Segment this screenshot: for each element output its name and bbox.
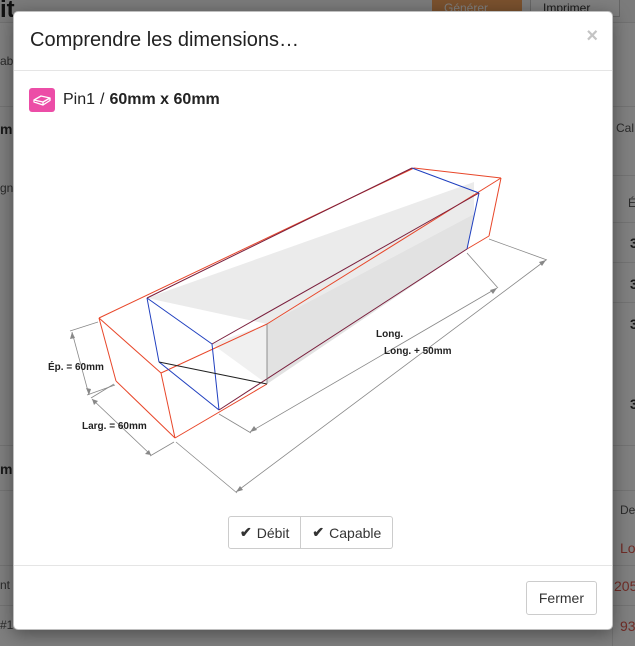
inner-face <box>212 324 267 384</box>
dimensions-modal: Comprendre les dimensions… × Pin1 / 60mm… <box>13 11 613 630</box>
modal-title: Comprendre les dimensions… <box>30 29 300 51</box>
part-separator: / <box>100 91 105 108</box>
part-name: Pin1 <box>63 91 96 108</box>
debit-label: Débit <box>256 524 290 541</box>
checkmark-icon: ✔ <box>240 524 252 540</box>
modal-footer: Fermer <box>14 565 612 629</box>
close-icon[interactable]: × <box>586 26 598 46</box>
debit-toggle-button[interactable]: ✔ Débit <box>228 516 302 549</box>
checkmark-icon: ✔ <box>312 524 325 540</box>
view-toggle-group: ✔ Débit ✔ Capable <box>228 516 394 549</box>
length-label: Long. <box>376 329 403 340</box>
modal-header: Comprendre les dimensions… × <box>14 12 612 71</box>
part-dimensions: 60mm x 60mm <box>109 91 220 108</box>
capable-label: Capable <box>329 524 382 541</box>
dimensions-diagram: Ép. = 60mm Larg. = 60mm Long. Long. + 50… <box>48 167 548 494</box>
part-summary: Pin1 / 60mm x 60mm <box>29 88 220 112</box>
length-plus-label: Long. + 50mm <box>384 346 452 357</box>
part-icon <box>29 88 55 112</box>
thickness-label: Ép. = 60mm <box>48 360 104 373</box>
capable-toggle-button[interactable]: ✔ Capable <box>301 516 394 549</box>
width-label: Larg. = 60mm <box>82 421 147 432</box>
close-button[interactable]: Fermer <box>525 581 597 615</box>
